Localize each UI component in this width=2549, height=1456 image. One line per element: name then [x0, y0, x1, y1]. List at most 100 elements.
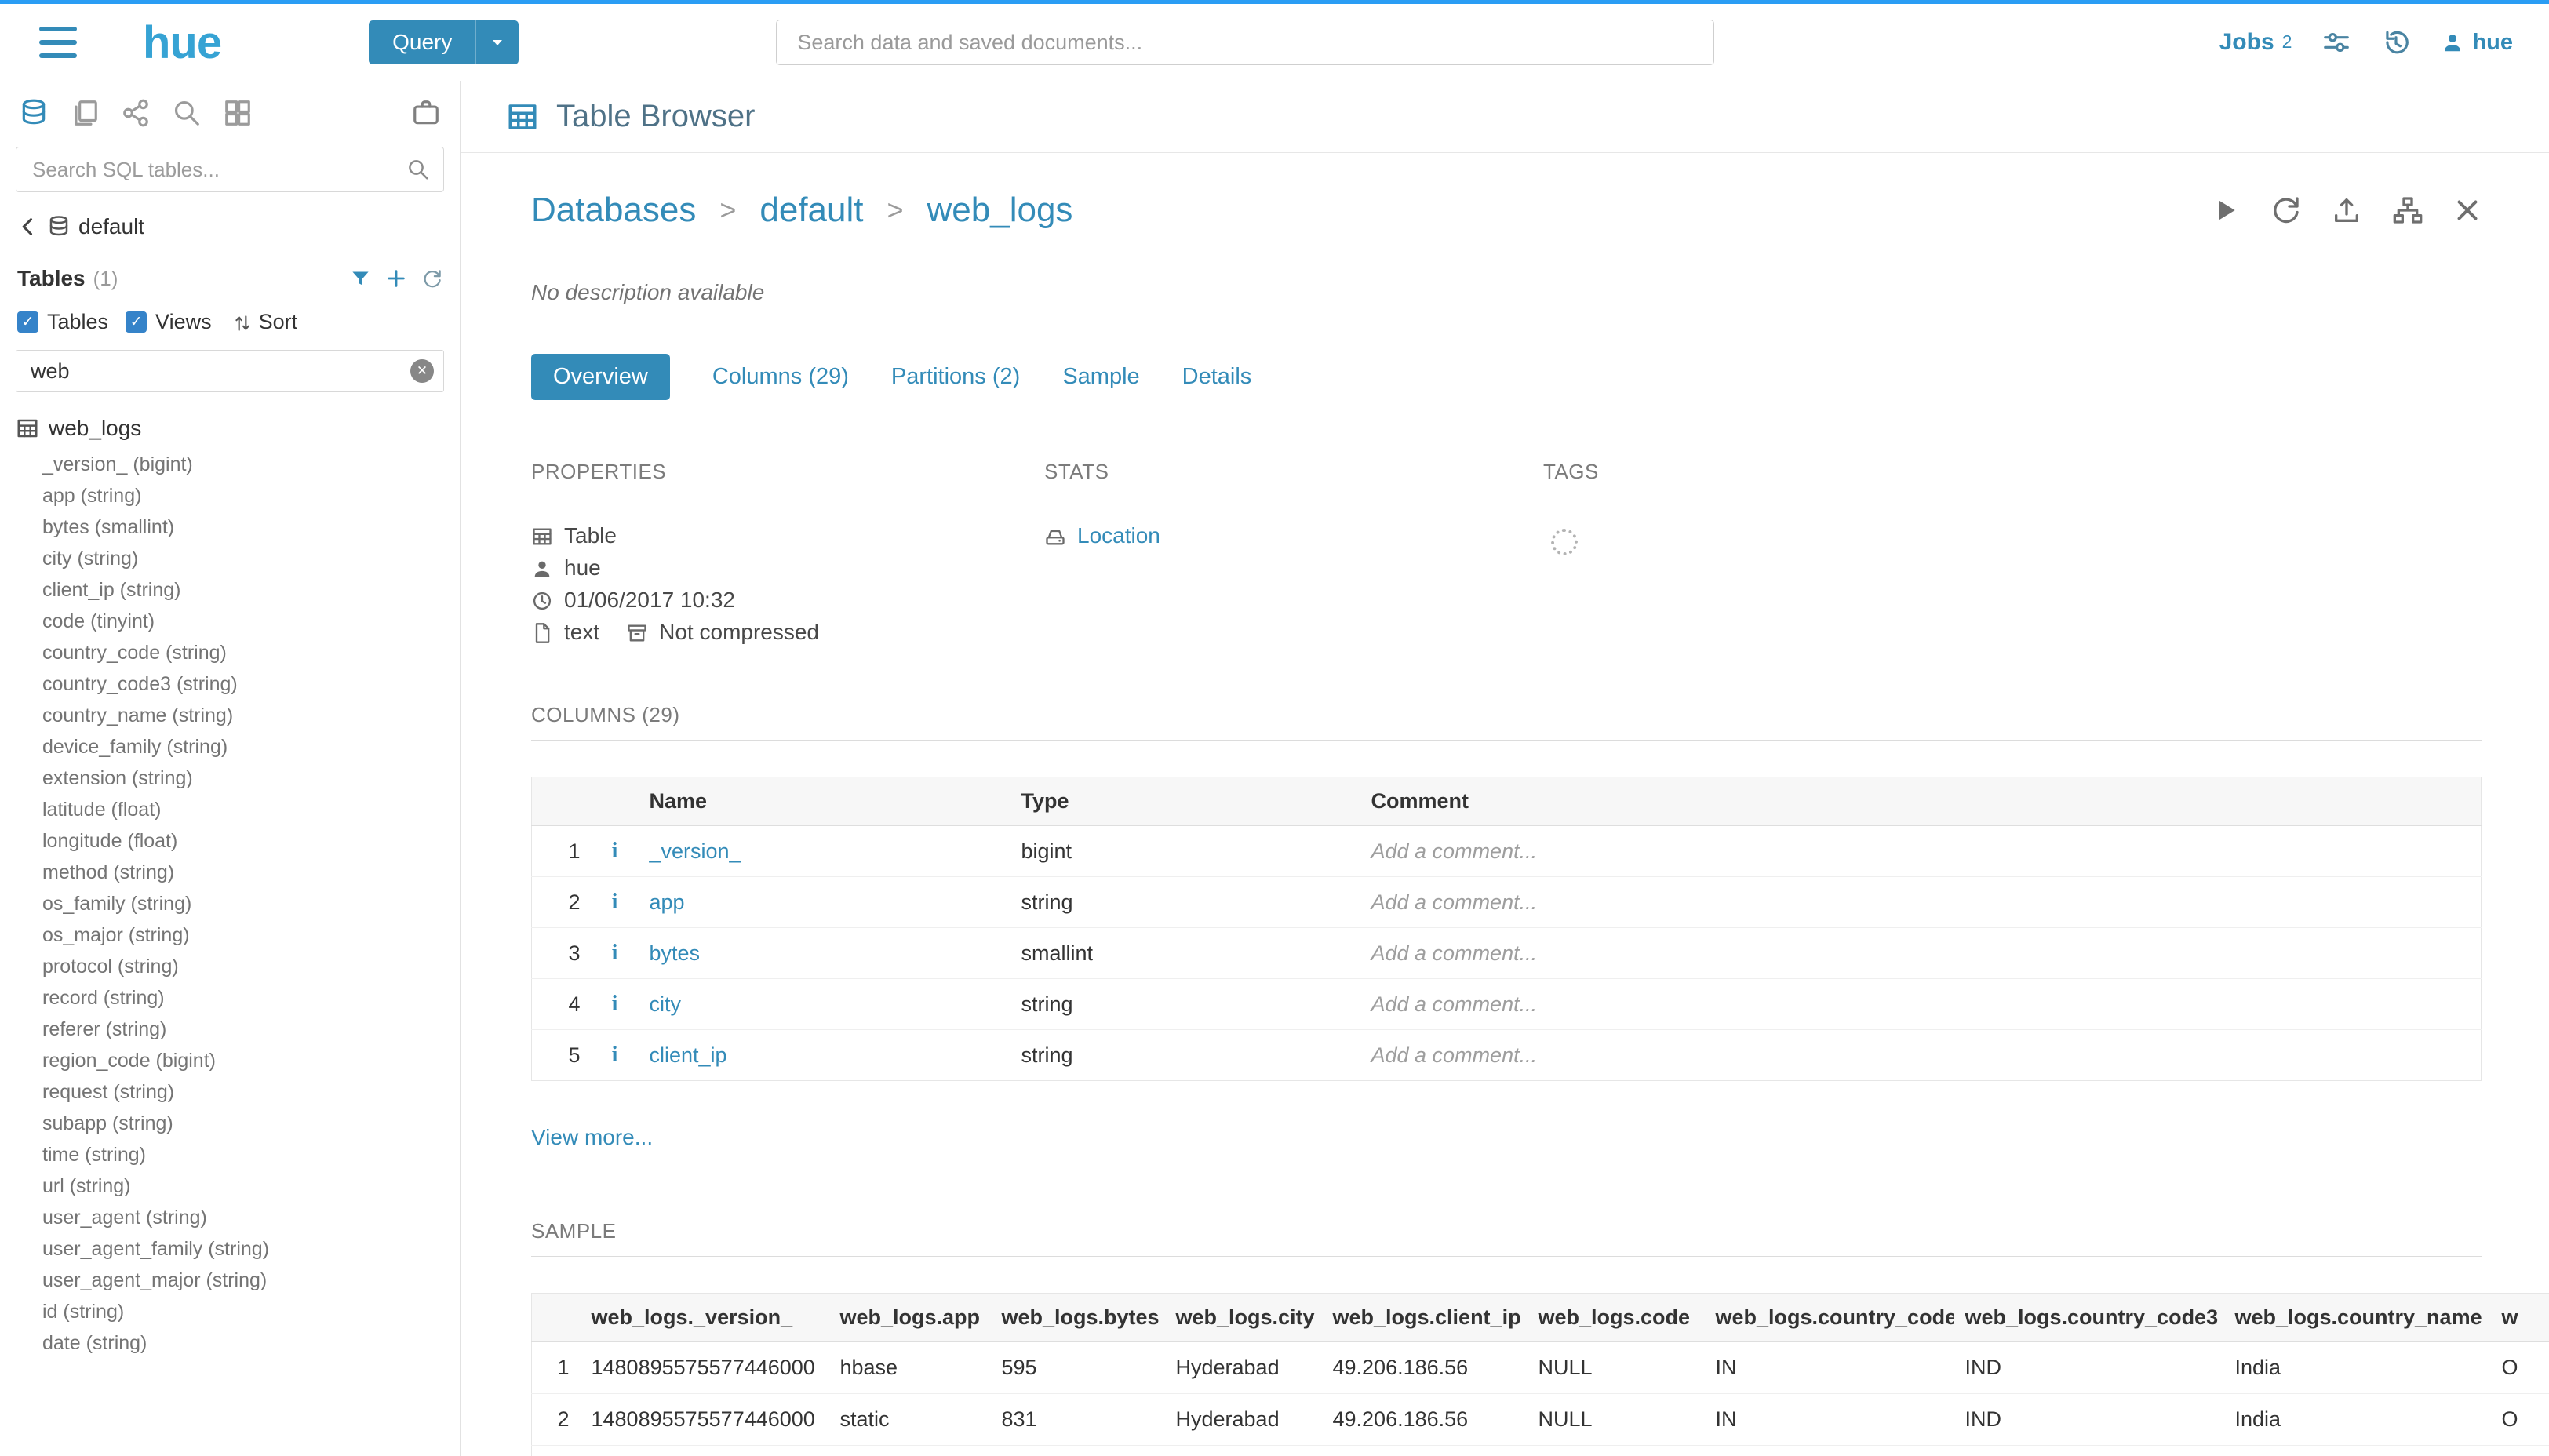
column-comment[interactable]: Add a comment... — [1371, 1043, 1538, 1067]
column-item[interactable]: method (string) — [16, 857, 444, 888]
tab-columns[interactable]: Columns (29) — [712, 364, 849, 390]
column-item[interactable]: os_family (string) — [16, 888, 444, 919]
breadcrumb-databases[interactable]: Databases — [531, 191, 696, 230]
close-icon[interactable] — [2453, 196, 2482, 224]
tab-details[interactable]: Details — [1182, 364, 1252, 390]
add-table-icon[interactable] — [385, 268, 407, 289]
column-item[interactable]: user_agent_family (string) — [16, 1233, 444, 1265]
tables-assist-icon[interactable] — [19, 98, 49, 128]
column-item[interactable]: user_agent (string) — [16, 1202, 444, 1233]
hue-logo[interactable]: hue — [143, 16, 221, 69]
column-name-link[interactable]: client_ip — [650, 1043, 727, 1067]
sample-cell: 49.206.186.56 — [1322, 1446, 1528, 1456]
sample-cell: static — [829, 1394, 991, 1446]
column-item[interactable]: protocol (string) — [16, 951, 444, 982]
lineage-icon[interactable] — [2392, 195, 2423, 226]
sample-cell: IN — [1705, 1446, 1954, 1456]
hamburger-menu-button[interactable] — [39, 27, 77, 58]
filter-icon[interactable] — [350, 268, 371, 289]
query-button[interactable]: Query — [369, 20, 476, 64]
column-item[interactable]: longitude (float) — [16, 825, 444, 857]
column-item[interactable]: date (string) — [16, 1327, 444, 1359]
column-item[interactable]: code (tinyint) — [16, 606, 444, 637]
column-item[interactable]: latitude (float) — [16, 794, 444, 825]
column-item[interactable]: bytes (smallint) — [16, 511, 444, 543]
database-name[interactable]: default — [78, 214, 144, 239]
column-item[interactable]: os_major (string) — [16, 919, 444, 951]
views-checkbox[interactable]: ✓ — [126, 311, 147, 333]
refresh-tables-icon[interactable] — [421, 268, 442, 289]
column-item[interactable]: time (string) — [16, 1139, 444, 1170]
breadcrumb-web-logs[interactable]: web_logs — [927, 191, 1073, 230]
column-item[interactable]: country_code (string) — [16, 637, 444, 668]
table-row: 2 i app string Add a comment... — [532, 877, 2482, 928]
sample-row: 3 1480895575577446000 static 594 Hyderab… — [532, 1446, 2549, 1456]
refresh-icon[interactable] — [2270, 195, 2301, 226]
query-dropdown-caret[interactable] — [476, 20, 519, 64]
column-comment[interactable]: Add a comment... — [1371, 890, 1538, 914]
column-item[interactable]: extension (string) — [16, 763, 444, 794]
column-item[interactable]: url (string) — [16, 1170, 444, 1202]
tab-sample[interactable]: Sample — [1062, 364, 1139, 390]
column-name-link[interactable]: _version_ — [650, 839, 741, 863]
table-description[interactable]: No description available — [531, 280, 2482, 305]
column-item[interactable]: device_family (string) — [16, 731, 444, 763]
functions-assist-icon[interactable] — [121, 98, 151, 128]
documents-assist-icon[interactable] — [70, 98, 100, 128]
job-browser-icon[interactable] — [411, 98, 441, 128]
jobs-link[interactable]: Jobs 2 — [2219, 29, 2292, 56]
columns-table: Name Type Comment 1 i _version_ bigint A… — [531, 777, 2482, 1081]
table-filter-input[interactable] — [16, 350, 444, 392]
user-menu[interactable]: hue — [2441, 30, 2513, 56]
tab-partitions[interactable]: Partitions (2) — [891, 364, 1020, 390]
table-browser-icon — [506, 100, 539, 133]
column-item[interactable]: country_code3 (string) — [16, 668, 444, 700]
column-item[interactable]: request (string) — [16, 1076, 444, 1108]
column-item[interactable]: city (string) — [16, 543, 444, 574]
views-checkbox-label[interactable]: Views — [155, 310, 212, 334]
upload-icon[interactable] — [2331, 195, 2362, 226]
breadcrumb-default[interactable]: default — [759, 191, 863, 230]
apps-assist-icon[interactable] — [223, 98, 253, 128]
column-item[interactable]: record (string) — [16, 982, 444, 1014]
column-item[interactable]: subapp (string) — [16, 1108, 444, 1139]
topbar-right-cluster: Jobs 2 hue — [2219, 27, 2513, 57]
column-item[interactable]: id (string) — [16, 1296, 444, 1327]
global-search-input[interactable] — [776, 20, 1714, 65]
clear-filter-icon[interactable]: ✕ — [410, 359, 434, 383]
column-item[interactable]: user_agent_major (string) — [16, 1265, 444, 1296]
sort-control[interactable]: Sort — [232, 310, 298, 334]
column-name-link[interactable]: city — [650, 992, 682, 1016]
column-item[interactable]: country_name (string) — [16, 700, 444, 731]
property-created-value: 01/06/2017 10:32 — [564, 588, 735, 613]
column-comment[interactable]: Add a comment... — [1371, 992, 1538, 1016]
info-icon[interactable]: i — [612, 890, 618, 914]
column-comment[interactable]: Add a comment... — [1371, 941, 1538, 965]
info-icon[interactable]: i — [612, 1043, 618, 1067]
column-name-link[interactable]: app — [650, 890, 685, 914]
tables-checkbox-label[interactable]: Tables — [47, 310, 108, 334]
table-tree-item[interactable]: web_logs — [16, 416, 444, 441]
location-link[interactable]: Location — [1077, 523, 1160, 548]
back-chevron-icon[interactable] — [17, 216, 39, 238]
tab-overview[interactable]: Overview — [531, 354, 670, 400]
info-icon[interactable]: i — [612, 992, 618, 1016]
column-item[interactable]: _version_ (bigint) — [16, 449, 444, 480]
search-icon[interactable] — [406, 158, 430, 181]
sliders-icon[interactable] — [2321, 27, 2351, 57]
column-item[interactable]: region_code (bigint) — [16, 1045, 444, 1076]
column-name-link[interactable]: bytes — [650, 941, 701, 965]
info-icon[interactable]: i — [612, 839, 618, 863]
column-comment[interactable]: Add a comment... — [1371, 839, 1538, 863]
page-content: Databases > default > web_logs No descri… — [461, 153, 2549, 1456]
tables-checkbox[interactable]: ✓ — [17, 311, 38, 333]
column-item[interactable]: referer (string) — [16, 1014, 444, 1045]
query-table-icon[interactable] — [2210, 195, 2240, 225]
history-icon[interactable] — [2381, 27, 2411, 57]
info-icon[interactable]: i — [612, 941, 618, 965]
column-item[interactable]: app (string) — [16, 480, 444, 511]
column-item[interactable]: client_ip (string) — [16, 574, 444, 606]
search-assist-icon[interactable] — [172, 98, 202, 128]
view-more-link[interactable]: View more... — [531, 1125, 653, 1150]
sql-tables-search-input[interactable] — [16, 147, 444, 192]
